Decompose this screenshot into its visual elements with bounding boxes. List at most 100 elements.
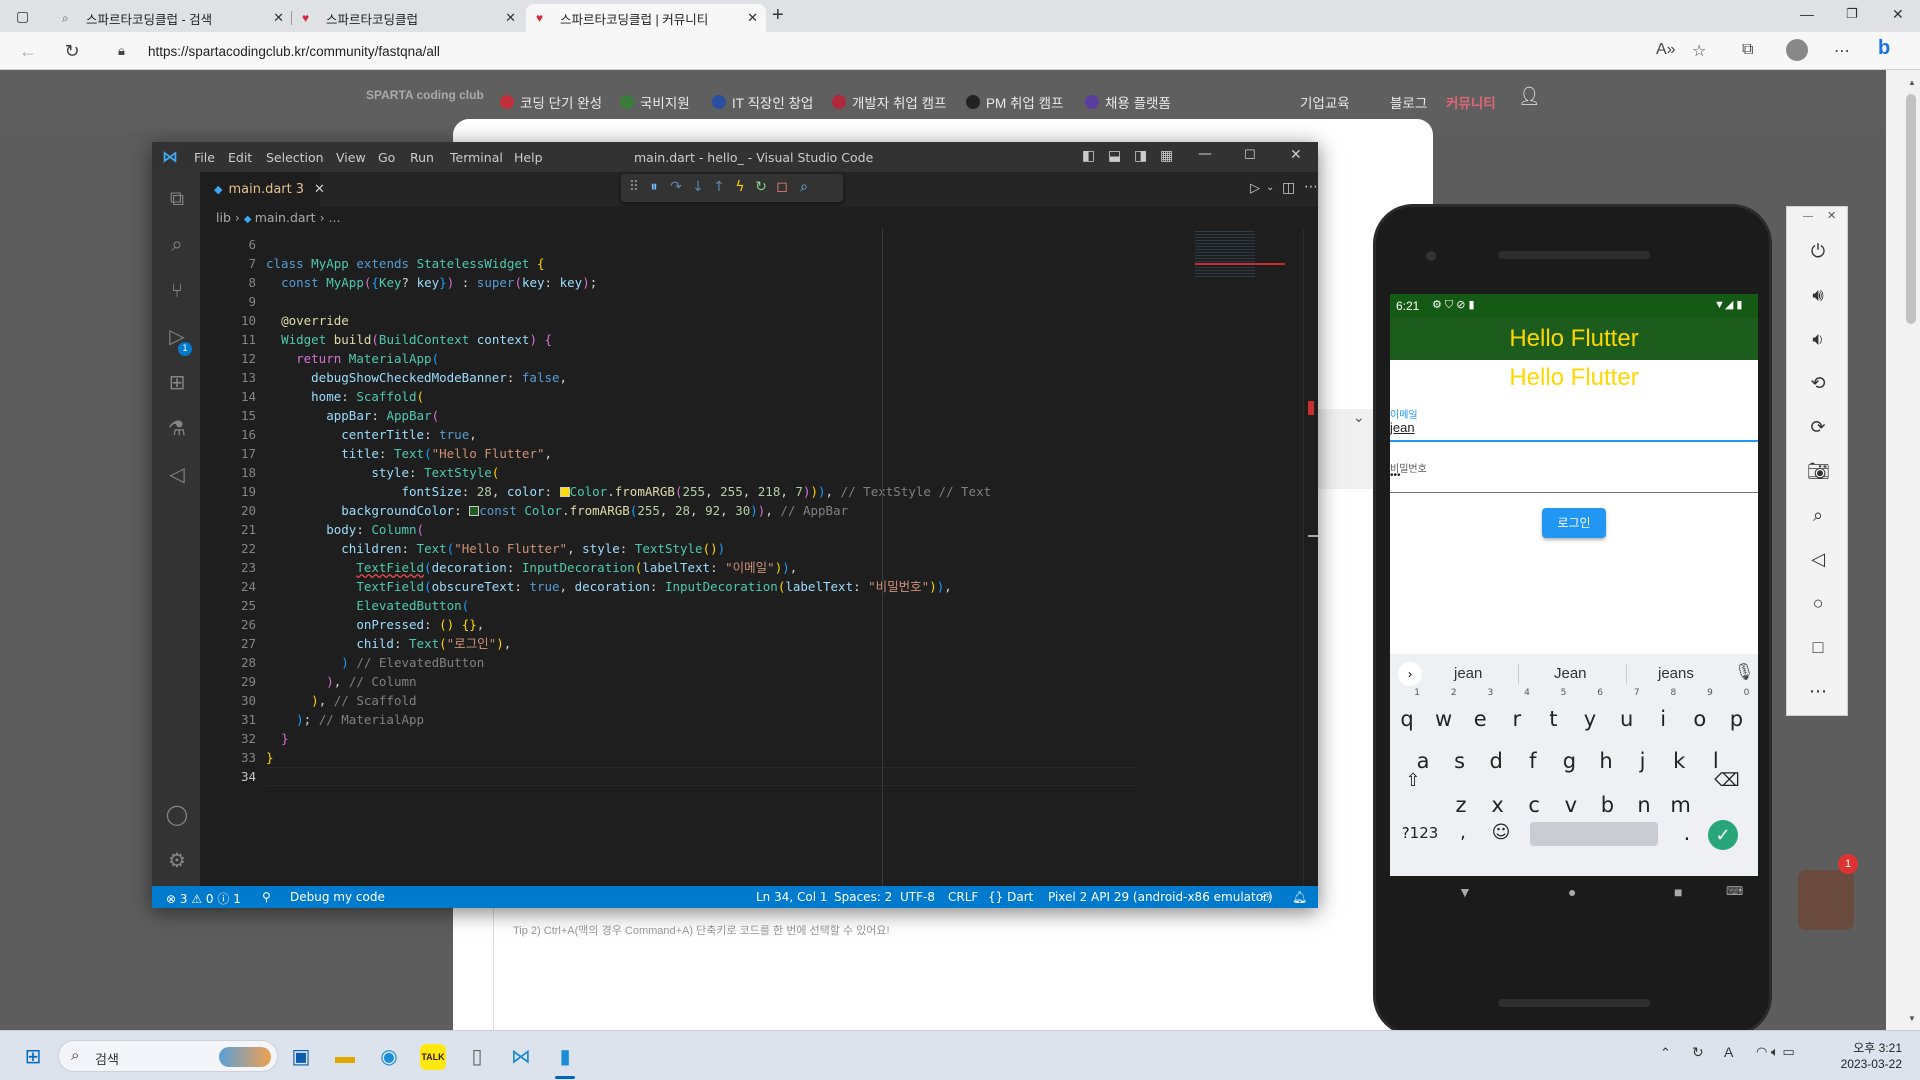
minimize-icon[interactable]: — xyxy=(1803,211,1813,222)
chevron-up-icon[interactable]: ⌃ xyxy=(1660,1045,1671,1061)
key-p[interactable]: p0 xyxy=(1721,689,1751,740)
menu-help[interactable]: Help xyxy=(514,150,543,165)
pause-icon[interactable]: ⏸︎ xyxy=(645,179,663,195)
account-icon[interactable]: ◯ xyxy=(165,802,189,826)
key-r[interactable]: r4 xyxy=(1502,689,1532,740)
tab-main-dart[interactable]: ◆ main.dart 3 ✕ xyxy=(200,172,325,207)
feedback-icon[interactable]: ⚇ xyxy=(1260,890,1271,904)
home-icon[interactable]: ○ xyxy=(1807,593,1829,614)
back-icon[interactable]: ◁ xyxy=(1807,549,1829,570)
menu-go[interactable]: Go xyxy=(378,150,395,165)
language-mode[interactable]: {} Dart xyxy=(988,890,1033,904)
key-e[interactable]: e3 xyxy=(1465,689,1495,740)
rotate-left-icon[interactable]: ⟲ xyxy=(1807,373,1829,394)
menu-selection[interactable]: Selection xyxy=(266,150,324,165)
key-j[interactable]: j xyxy=(1628,740,1658,782)
nav-item[interactable]: 개발자 취업 캠프 xyxy=(832,92,946,112)
key-d[interactable]: d xyxy=(1481,740,1511,782)
extensions-icon[interactable]: ⊞ xyxy=(165,370,189,394)
toggle-sidebar-icon[interactable]: ◧ xyxy=(1082,148,1095,164)
key-o[interactable]: o9 xyxy=(1685,689,1715,740)
symbols-key[interactable]: ?123 xyxy=(1398,812,1442,854)
profile-avatar[interactable] xyxy=(1786,39,1808,61)
restart-icon[interactable]: ↻ xyxy=(752,179,770,195)
suggestion[interactable]: jean xyxy=(1454,665,1482,682)
close-tab-icon[interactable]: ✕ xyxy=(273,10,284,26)
emulator-taskbar-icon[interactable]: ▮ xyxy=(552,1044,578,1070)
flutter-icon[interactable]: ◁ xyxy=(165,462,189,486)
taskbar-search[interactable]: ⌕ 검색 xyxy=(58,1040,278,1072)
rotate-right-icon[interactable]: ⟳ xyxy=(1807,417,1829,438)
step-over-icon[interactable]: ↷ xyxy=(667,179,685,195)
back-icon[interactable]: ← xyxy=(16,41,40,62)
toggle-panel-icon[interactable]: ⬓ xyxy=(1108,148,1121,164)
bing-icon[interactable]: b xyxy=(1878,37,1890,60)
power-icon[interactable]: ⏻ xyxy=(1807,241,1829,262)
more-icon[interactable]: ⋯ xyxy=(1834,41,1850,61)
close-tab-icon[interactable]: ✕ xyxy=(505,10,516,26)
taskbar-time[interactable]: 오후 3:21 xyxy=(1832,1039,1902,1056)
key-b[interactable]: b xyxy=(1592,784,1622,826)
menu-file[interactable]: File xyxy=(194,150,215,165)
backspace-key[interactable]: ⌫ xyxy=(1712,760,1742,802)
page-scrollbar[interactable]: ▲ ▼ xyxy=(1886,70,1920,1030)
notepad-icon[interactable]: ▯ xyxy=(464,1044,490,1070)
key-f[interactable]: f xyxy=(1518,740,1548,782)
favorite-icon[interactable]: ☆ xyxy=(1692,41,1706,61)
key-g[interactable]: g xyxy=(1554,740,1584,782)
menu-edit[interactable]: Edit xyxy=(228,150,252,165)
toggle-secondary-sidebar-icon[interactable]: ◨ xyxy=(1134,148,1147,164)
close-tab-icon[interactable]: ✕ xyxy=(747,10,758,26)
key-h[interactable]: h xyxy=(1591,740,1621,782)
vscode-taskbar-icon[interactable]: ⋈ xyxy=(508,1044,534,1070)
stop-icon[interactable]: ◻ xyxy=(773,179,791,195)
read-aloud-icon[interactable]: A» xyxy=(1656,41,1676,59)
taskbar-date[interactable]: 2023-03-22 xyxy=(1832,1057,1902,1071)
chevron-down-icon[interactable]: ⌄ xyxy=(1266,182,1274,193)
wifi-volume-battery-icons[interactable]: ◠ 🔈︎ ▭ xyxy=(1756,1044,1795,1060)
password-field[interactable]: ••• xyxy=(1390,470,1401,481)
testing-icon[interactable]: ⚗ xyxy=(165,416,189,440)
debug-icon[interactable]: ⚲ xyxy=(262,890,271,904)
overview-icon[interactable]: □ xyxy=(1807,637,1829,658)
menu-view[interactable]: View xyxy=(336,150,366,165)
back-nav-icon[interactable]: ▼ xyxy=(1458,884,1472,900)
nav-community[interactable]: 커뮤니티 xyxy=(1446,92,1496,112)
problems-status[interactable]: ⊗ 3 ⚠ 0 ⓘ 1 xyxy=(166,890,241,907)
comma-key[interactable]: , xyxy=(1448,812,1478,854)
key-y[interactable]: y6 xyxy=(1575,689,1605,740)
period-key[interactable]: . xyxy=(1672,812,1702,854)
debug-config[interactable]: Debug my code xyxy=(290,890,385,904)
device-selector[interactable]: Pixel 2 API 29 (android-x86 emulator) xyxy=(1048,890,1273,904)
keyboard-nav-icon[interactable]: ⌨ xyxy=(1726,884,1743,898)
close-tab-icon[interactable]: ✕ xyxy=(314,182,325,197)
volume-down-icon[interactable]: 🔉︎ xyxy=(1807,329,1829,350)
suggestion[interactable]: Jean xyxy=(1554,665,1587,682)
address-bar[interactable]: 🔒︎ https://spartacodingclub.kr/community… xyxy=(108,38,1708,64)
key-s[interactable]: s xyxy=(1445,740,1475,782)
notifications-bell-icon[interactable]: 🔔︎ xyxy=(1292,890,1307,904)
editor-scrollbar[interactable] xyxy=(1303,229,1318,886)
source-control-icon[interactable]: ⑂ xyxy=(165,278,189,302)
emulator-screen[interactable]: 6:21 ⚙ ⛉ ⊘ ▮ ▼◢ ▮ Hello Flutter Hello Fl… xyxy=(1390,294,1758,910)
store-icon[interactable]: ▣ xyxy=(288,1044,314,1070)
file-explorer-icon[interactable]: ▬ xyxy=(332,1044,358,1070)
code-editor[interactable]: class MyApp extends StatelessWidget { co… xyxy=(266,229,1136,886)
split-editor-icon[interactable]: ◫ xyxy=(1282,180,1295,196)
hot-reload-icon[interactable]: ϟ xyxy=(731,179,749,195)
tab-actions-icon[interactable]: ▢ xyxy=(16,8,29,25)
more-icon[interactable]: ⋯ xyxy=(1807,681,1829,702)
emoji-key[interactable]: ☺ xyxy=(1486,812,1516,854)
browser-tab-2[interactable]: ♥ 스파르타코딩클럽 ✕ xyxy=(292,4,524,32)
key-c[interactable]: c xyxy=(1519,784,1549,826)
minimize-icon[interactable]: — xyxy=(1800,6,1814,22)
indentation[interactable]: Spaces: 2 xyxy=(834,890,892,904)
key-q[interactable]: q1 xyxy=(1392,689,1422,740)
more-actions-icon[interactable]: ⋯ xyxy=(1304,179,1318,195)
key-i[interactable]: i8 xyxy=(1648,689,1678,740)
vscode-minimize-icon[interactable]: — xyxy=(1198,146,1212,162)
microphone-icon[interactable]: 🎙︎ xyxy=(1734,662,1754,682)
key-w[interactable]: w2 xyxy=(1429,689,1459,740)
cursor-position[interactable]: Ln 34, Col 1 xyxy=(756,890,828,904)
user-icon[interactable]: 👤︎ xyxy=(1518,86,1541,107)
